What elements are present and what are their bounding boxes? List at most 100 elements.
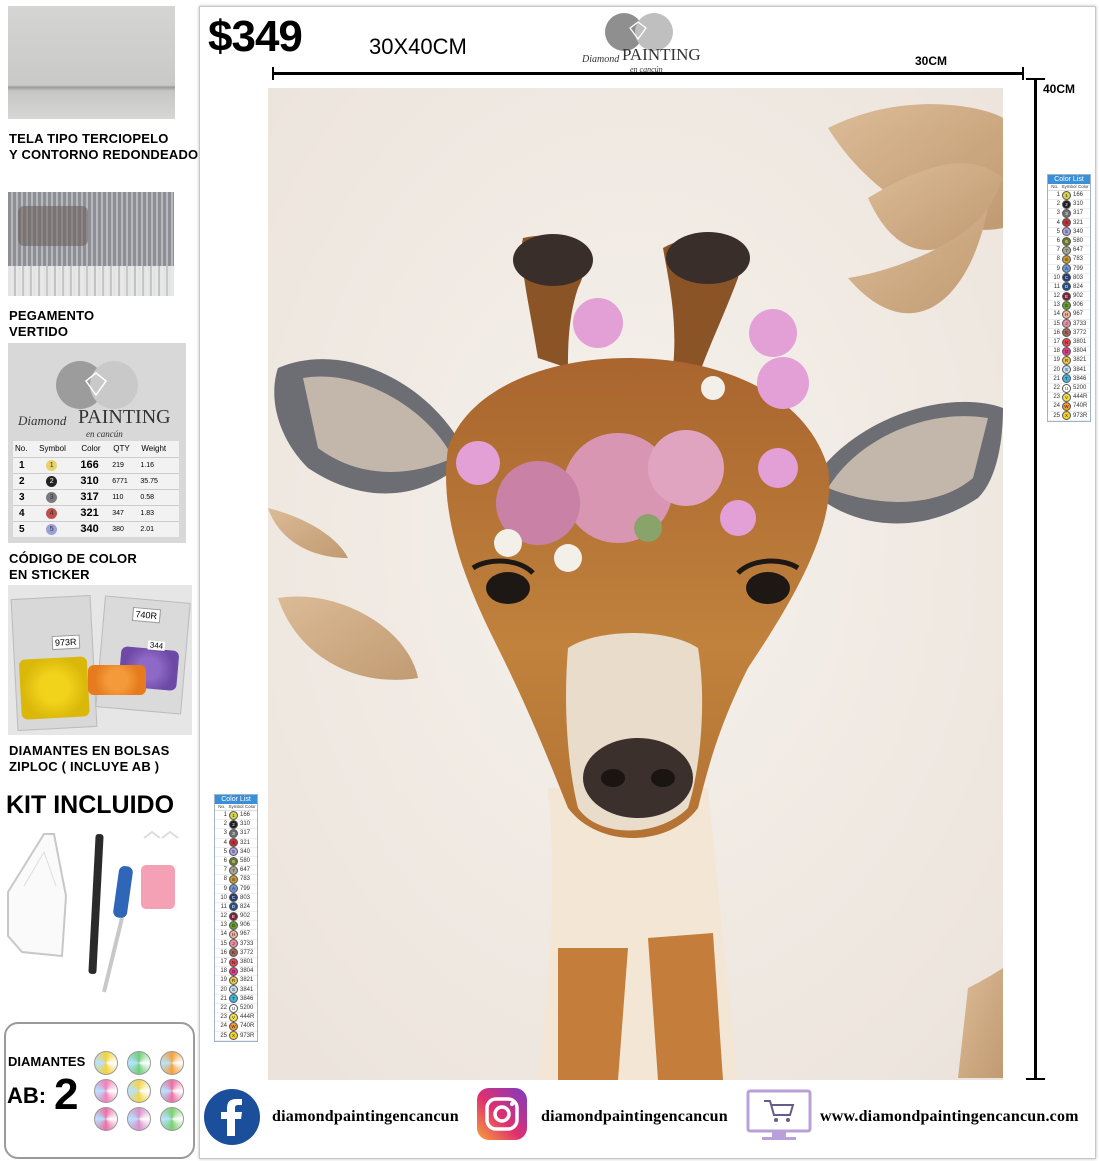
color-list-row: 10 C 803: [215, 893, 257, 903]
instagram-handle[interactable]: diamondpaintingencancun: [541, 1108, 728, 1126]
diamond-tray-icon: [7, 833, 68, 958]
brand-logo: Diamond PAINTING en cancún: [17, 361, 171, 439]
color-symbol-dot: 5: [229, 847, 238, 857]
color-list-row: 12 E 902: [1048, 291, 1090, 302]
color-list-row: 23 V 444R: [1048, 392, 1090, 403]
color-list-row: 4 4 321: [1048, 218, 1090, 228]
feature-caption-color-code: CÓDIGO DE COLOR EN STICKER: [9, 551, 137, 582]
color-list-row: 24 W 740R: [1048, 401, 1090, 412]
color-list-row: 9 A 799: [215, 884, 257, 894]
shop-cart-icon[interactable]: [746, 1089, 812, 1143]
color-list-row: 7 7 647: [215, 865, 257, 876]
color-symbol-dot: E: [229, 911, 238, 921]
color-symbol-dot: N: [229, 957, 238, 967]
color-symbol-dot: S: [229, 985, 238, 995]
color-symbol-dot: N: [1062, 337, 1071, 347]
ab-gem-icon: [160, 1079, 184, 1103]
color-list-row: 6 6 580: [1048, 236, 1090, 247]
color-symbol-dot: 8: [1062, 254, 1071, 264]
color-list-row: 24 W 740R: [215, 1021, 257, 1032]
ab-gem-icon: [94, 1051, 118, 1075]
color-symbol-dot: J: [1062, 319, 1071, 329]
color-list-row: 8 8 783: [1048, 254, 1090, 265]
color-symbol-dot: 7: [1062, 245, 1071, 255]
color-list-row: 22 U 5200: [1048, 383, 1090, 394]
color-symbol-dot: R: [229, 975, 238, 985]
color-symbol-dot: 2: [229, 819, 238, 829]
glue-canvas-photo: [8, 192, 174, 296]
color-symbol-dot: V: [1062, 392, 1071, 402]
color-symbol-dot: 2: [1062, 199, 1071, 209]
svg-text:en cancún: en cancún: [86, 429, 123, 439]
color-list-row: 25 X 973R: [215, 1031, 257, 1041]
svg-text:PAINTING: PAINTING: [622, 45, 701, 64]
color-symbol-dot: A: [1062, 264, 1071, 274]
color-symbol-dot: 3: [229, 828, 238, 838]
width-label: 30CM: [915, 54, 948, 68]
svg-text:Diamond: Diamond: [17, 413, 67, 428]
color-symbol-dot: 8: [229, 874, 238, 884]
color-list-row: 11 D 824: [1048, 282, 1090, 293]
ab-gem-icon: [160, 1051, 184, 1075]
color-list-row: 10 C 803: [1048, 273, 1090, 283]
ab-count: 2: [54, 1070, 79, 1119]
feature-caption-glue: PEGAMENTO VERTIDO: [9, 308, 95, 339]
color-symbol-dot: 6: [229, 856, 238, 866]
color-list-row: 20 S 3841: [215, 985, 257, 995]
color-symbol-dot: W: [229, 1021, 238, 1031]
color-symbol-dot: 5: [1062, 227, 1071, 237]
color-symbol-dot: O: [229, 966, 238, 976]
color-list-row: 8 8 783: [215, 874, 257, 885]
ab-gem-icon: [127, 1079, 151, 1103]
color-list-row: 23 V 444R: [215, 1012, 257, 1023]
color-list-row: 20 S 3841: [1048, 365, 1090, 375]
color-list-row: 17 N 3801: [1048, 337, 1090, 348]
color-symbol-dot: U: [1062, 383, 1071, 393]
color-list-row: 15 J 3733: [1048, 319, 1090, 329]
color-symbol-dot: D: [1062, 282, 1071, 292]
website-link[interactable]: www.diamondpaintingencancun.com: [820, 1108, 1079, 1126]
color-symbol-dot: O: [1062, 346, 1071, 356]
facebook-icon[interactable]: [203, 1088, 261, 1146]
color-list-row: 16 K 3772: [215, 948, 257, 958]
color-list-row: 9 A 799: [1048, 264, 1090, 274]
color-symbol-dot: D: [229, 902, 238, 912]
color-list-row: 4 4 321: [215, 838, 257, 848]
ab-diamonds-label: DIAMANTES: [8, 1054, 86, 1069]
color-code-sticker-photo: Diamond PAINTING en cancún No. Symbol Co…: [8, 343, 186, 543]
color-symbol-dot: V: [229, 1012, 238, 1022]
ab-label: AB:: [7, 1083, 47, 1108]
color-list-row: 7 7 647: [1048, 245, 1090, 256]
sticker-table-row: 4 4 321 347 1.83: [13, 505, 179, 521]
color-symbol-dot: S: [1062, 365, 1071, 375]
sticker-table-row: 2 2 310 6771 35.75: [13, 473, 179, 489]
symbol-dot: 4: [46, 507, 58, 519]
brand-logo-top: Diamond PAINTING en cancún: [581, 13, 701, 74]
symbol-dot: 1: [46, 459, 58, 471]
color-list-row: 19 R 3821: [215, 975, 257, 986]
symbol-dot: 2: [46, 475, 58, 487]
color-list-row: 15 J 3733: [215, 939, 257, 949]
sticker-table-row: 1 1 166 219 1.16: [13, 457, 179, 473]
color-symbol-dot: E: [1062, 291, 1071, 301]
color-list-row: 5 5 340: [1048, 227, 1090, 237]
color-symbol-dot: G: [229, 920, 238, 930]
color-symbol-dot: X: [229, 1031, 238, 1041]
color-list-row: 1 1 166: [1048, 190, 1090, 201]
color-list-row: 6 6 580: [215, 856, 257, 867]
facebook-handle[interactable]: diamondpaintingencancun: [272, 1108, 459, 1126]
instagram-icon[interactable]: [476, 1087, 528, 1141]
color-symbol-dot: W: [1062, 401, 1071, 411]
price: $349: [208, 12, 303, 61]
kit-included-title: KIT INCLUIDO: [6, 791, 175, 819]
color-symbol-dot: 7: [229, 865, 238, 875]
color-symbol-dot: H: [1062, 310, 1071, 320]
symbol-dot: 5: [46, 523, 58, 535]
color-symbol-dot: R: [1062, 355, 1071, 365]
svg-text:PAINTING: PAINTING: [78, 406, 171, 428]
color-symbol-dot: U: [229, 1003, 238, 1013]
sticker-table-row: 5 5 340 380 2.01: [13, 521, 179, 537]
wax-pad-icon: [139, 863, 177, 911]
color-list-left: Color List No. Symbol Color 1 1 166 2 2 310 3 3 31…: [214, 794, 258, 1042]
color-symbol-dot: T: [229, 994, 238, 1004]
